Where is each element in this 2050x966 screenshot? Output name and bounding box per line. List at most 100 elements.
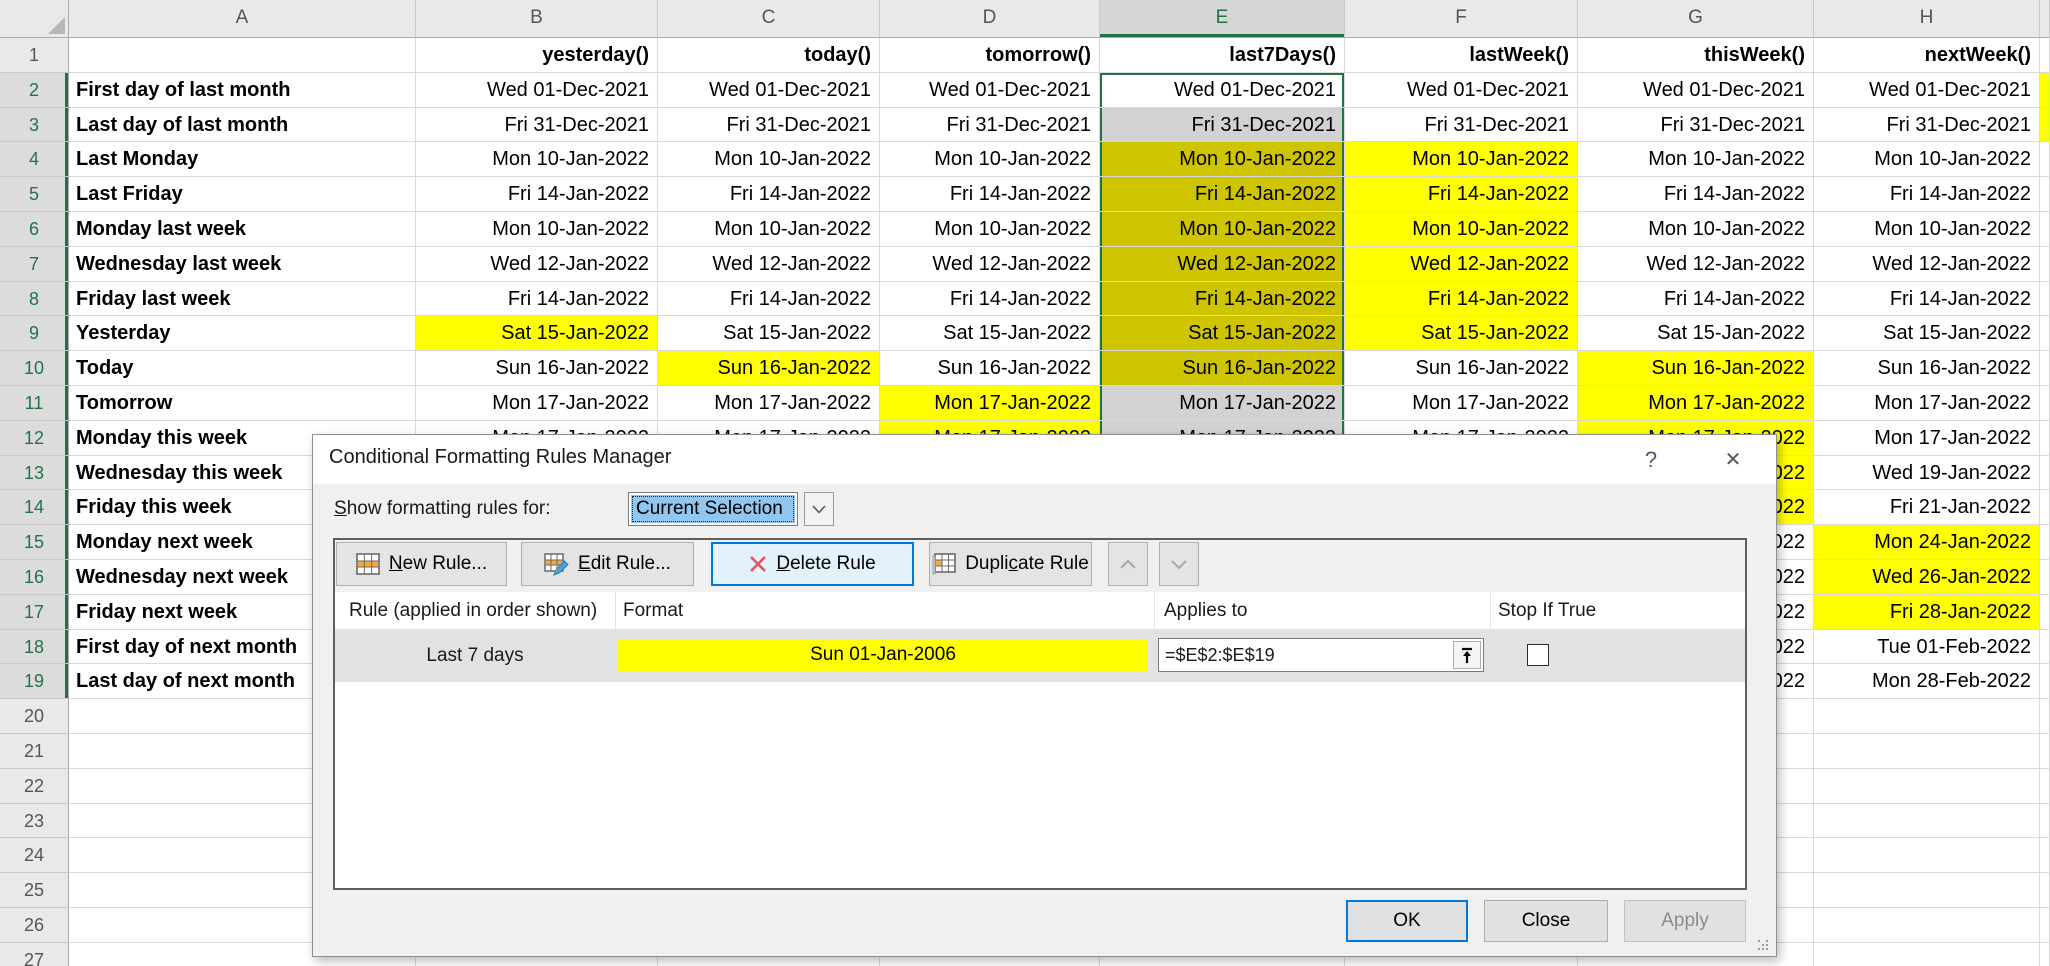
col-header-F[interactable]: F: [1345, 0, 1578, 38]
cell-H24[interactable]: [1814, 838, 2040, 873]
cell-B4[interactable]: Mon 10-Jan-2022: [416, 142, 658, 177]
cell-A9[interactable]: Yesterday: [69, 316, 416, 351]
cell-A5[interactable]: Last Friday: [69, 177, 416, 212]
row-header-24[interactable]: 24: [0, 838, 69, 873]
row-header-7[interactable]: 7: [0, 247, 69, 282]
cell-F2[interactable]: Wed 01-Dec-2021: [1345, 73, 1578, 108]
cell-A4[interactable]: Last Monday: [69, 142, 416, 177]
cell-D11[interactable]: Mon 17-Jan-2022: [880, 386, 1100, 421]
cell-C6[interactable]: Mon 10-Jan-2022: [658, 212, 880, 247]
cell-C9[interactable]: Sat 15-Jan-2022: [658, 316, 880, 351]
cell-G2[interactable]: Wed 01-Dec-2021: [1578, 73, 1814, 108]
cell-B1[interactable]: yesterday(): [416, 38, 658, 73]
cell-D7[interactable]: Wed 12-Jan-2022: [880, 247, 1100, 282]
resize-grip[interactable]: [1758, 940, 1760, 942]
row-header-3[interactable]: 3: [0, 108, 69, 143]
cell-F4[interactable]: Mon 10-Jan-2022: [1345, 142, 1578, 177]
row-header-27[interactable]: 27: [0, 943, 69, 966]
cell-A2[interactable]: First day of last month: [69, 73, 416, 108]
cell-H22[interactable]: [1814, 769, 2040, 804]
cell-H26[interactable]: [1814, 908, 2040, 943]
cell-F6[interactable]: Mon 10-Jan-2022: [1345, 212, 1578, 247]
edit-rule-button[interactable]: Edit Rule...: [521, 542, 694, 586]
row-header-20[interactable]: 20: [0, 699, 69, 734]
row-header-16[interactable]: 16: [0, 560, 69, 595]
cell-D5[interactable]: Fri 14-Jan-2022: [880, 177, 1100, 212]
cell-E4[interactable]: Mon 10-Jan-2022: [1100, 142, 1345, 177]
cell-H7[interactable]: Wed 12-Jan-2022: [1814, 247, 2040, 282]
row-header-1[interactable]: 1: [0, 38, 69, 73]
cell-B8[interactable]: Fri 14-Jan-2022: [416, 282, 658, 317]
cell-A1[interactable]: [69, 38, 416, 73]
row-header-11[interactable]: 11: [0, 386, 69, 421]
cell-H8[interactable]: Fri 14-Jan-2022: [1814, 282, 2040, 317]
cell-A11[interactable]: Tomorrow: [69, 386, 416, 421]
help-icon[interactable]: ?: [1635, 444, 1667, 476]
row-header-4[interactable]: 4: [0, 142, 69, 177]
cell-H27[interactable]: [1814, 943, 2040, 966]
cell-H11[interactable]: Mon 17-Jan-2022: [1814, 386, 2040, 421]
cell-E10[interactable]: Sun 16-Jan-2022: [1100, 351, 1345, 386]
row-header-26[interactable]: 26: [0, 908, 69, 943]
row-header-8[interactable]: 8: [0, 282, 69, 317]
cell-G8[interactable]: Fri 14-Jan-2022: [1578, 282, 1814, 317]
col-header-C[interactable]: C: [658, 0, 880, 38]
cell-E9[interactable]: Sat 15-Jan-2022: [1100, 316, 1345, 351]
row-header-17[interactable]: 17: [0, 595, 69, 630]
cell-H18[interactable]: Tue 01-Feb-2022: [1814, 630, 2040, 665]
cell-G10[interactable]: Sun 16-Jan-2022: [1578, 351, 1814, 386]
cell-E2[interactable]: Wed 01-Dec-2021: [1100, 73, 1345, 108]
cell-A10[interactable]: Today: [69, 351, 416, 386]
row-header-15[interactable]: 15: [0, 525, 69, 560]
duplicate-rule-button[interactable]: Duplicate Rule: [929, 542, 1092, 586]
cell-H6[interactable]: Mon 10-Jan-2022: [1814, 212, 2040, 247]
col-header-A[interactable]: A: [69, 0, 416, 38]
close-icon[interactable]: ✕: [1717, 444, 1749, 476]
cell-E11[interactable]: Mon 17-Jan-2022: [1100, 386, 1345, 421]
cell-D4[interactable]: Mon 10-Jan-2022: [880, 142, 1100, 177]
cell-H20[interactable]: [1814, 699, 2040, 734]
rule-row[interactable]: Last 7 days Sun 01-Jan-2006 =$E$2:$E$19: [335, 629, 1745, 682]
cell-H23[interactable]: [1814, 804, 2040, 839]
cell-B7[interactable]: Wed 12-Jan-2022: [416, 247, 658, 282]
cell-D1[interactable]: tomorrow(): [880, 38, 1100, 73]
cell-D3[interactable]: Fri 31-Dec-2021: [880, 108, 1100, 143]
cell-C11[interactable]: Mon 17-Jan-2022: [658, 386, 880, 421]
new-rule-button[interactable]: New Rule...: [336, 542, 507, 586]
row-header-18[interactable]: 18: [0, 630, 69, 665]
cell-F3[interactable]: Fri 31-Dec-2021: [1345, 108, 1578, 143]
cell-E3[interactable]: Fri 31-Dec-2021: [1100, 108, 1345, 143]
cell-C8[interactable]: Fri 14-Jan-2022: [658, 282, 880, 317]
cell-A8[interactable]: Friday last week: [69, 282, 416, 317]
col-header-G[interactable]: G: [1578, 0, 1814, 38]
cell-D10[interactable]: Sun 16-Jan-2022: [880, 351, 1100, 386]
row-header-14[interactable]: 14: [0, 490, 69, 525]
col-header-B[interactable]: B: [416, 0, 658, 38]
apply-button[interactable]: Apply: [1624, 900, 1746, 942]
col-header-E[interactable]: E: [1100, 0, 1345, 38]
row-header-6[interactable]: 6: [0, 212, 69, 247]
cell-H9[interactable]: Sat 15-Jan-2022: [1814, 316, 2040, 351]
col-header-H[interactable]: H: [1814, 0, 2040, 38]
cell-H1[interactable]: nextWeek(): [1814, 38, 2040, 73]
cell-B10[interactable]: Sun 16-Jan-2022: [416, 351, 658, 386]
cell-E5[interactable]: Fri 14-Jan-2022: [1100, 177, 1345, 212]
row-header-9[interactable]: 9: [0, 316, 69, 351]
cell-B11[interactable]: Mon 17-Jan-2022: [416, 386, 658, 421]
row-header-22[interactable]: 22: [0, 769, 69, 804]
cell-B3[interactable]: Fri 31-Dec-2021: [416, 108, 658, 143]
col-header-D[interactable]: D: [880, 0, 1100, 38]
cell-F8[interactable]: Fri 14-Jan-2022: [1345, 282, 1578, 317]
scope-dropdown-arrow[interactable]: [804, 492, 834, 526]
cell-H19[interactable]: Mon 28-Feb-2022: [1814, 664, 2040, 699]
close-button[interactable]: Close: [1484, 900, 1608, 942]
cell-E7[interactable]: Wed 12-Jan-2022: [1100, 247, 1345, 282]
cell-D6[interactable]: Mon 10-Jan-2022: [880, 212, 1100, 247]
cell-F1[interactable]: lastWeek(): [1345, 38, 1578, 73]
cell-H3[interactable]: Fri 31-Dec-2021: [1814, 108, 2040, 143]
ok-button[interactable]: OK: [1346, 900, 1468, 942]
delete-rule-button[interactable]: Delete Rule: [711, 542, 914, 586]
cell-C4[interactable]: Mon 10-Jan-2022: [658, 142, 880, 177]
applies-to-input[interactable]: =$E$2:$E$19: [1158, 638, 1484, 672]
cell-A7[interactable]: Wednesday last week: [69, 247, 416, 282]
